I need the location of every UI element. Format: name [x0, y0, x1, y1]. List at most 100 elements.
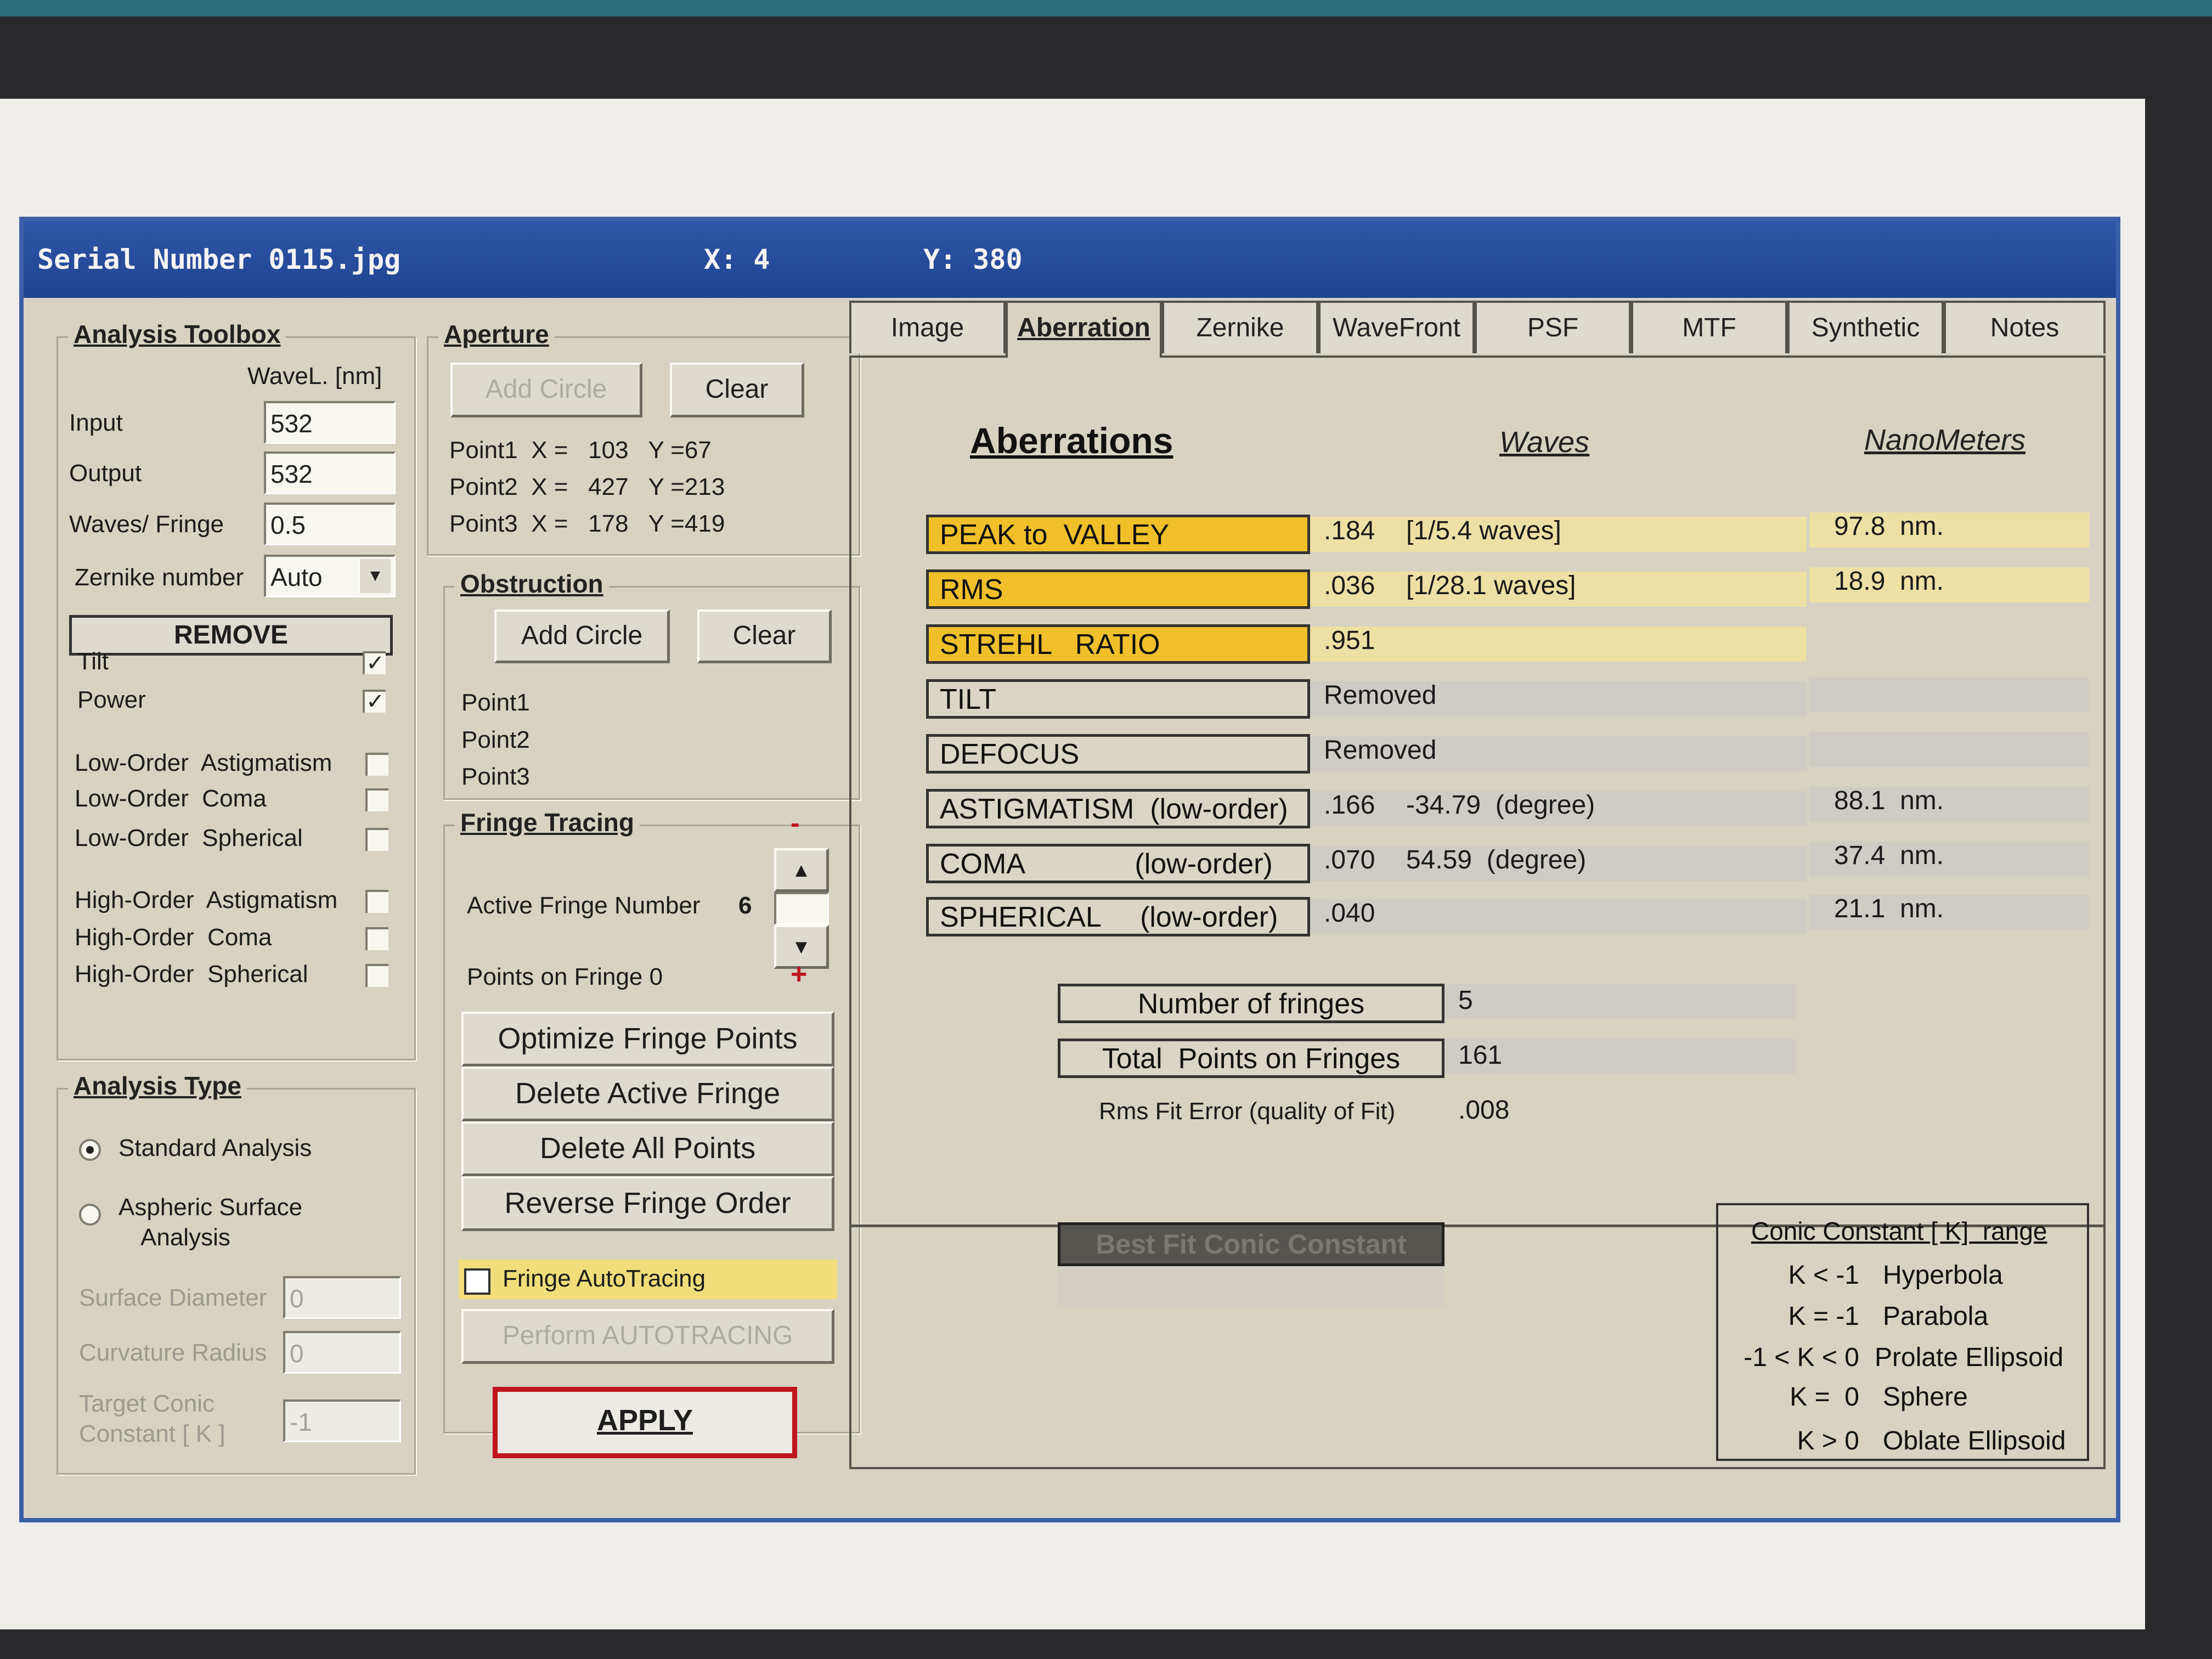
conic-shape-name: Hyperbola [1883, 1261, 2003, 1290]
zernike-number-select[interactable]: Auto ▼ [264, 555, 396, 597]
aspheric-analysis-label-line2: Analysis [140, 1224, 230, 1251]
input-wavelength-field[interactable]: 532 [264, 401, 396, 444]
conic-condition: K = -1 [1788, 1302, 1859, 1331]
wave-value: .040 [1324, 899, 1375, 928]
fringe-spin-track[interactable] [774, 892, 829, 925]
rms-fit-error-value: .008 [1458, 1096, 1510, 1125]
chevron-down-icon[interactable]: ▼ [358, 559, 391, 593]
wave-detail: [1/28.1 waves] [1406, 571, 1576, 600]
aberration-label: DEFOCUS [926, 734, 1310, 774]
obstruction-add-circle-button[interactable]: Add Circle [494, 610, 670, 663]
minus-icon[interactable]: - [791, 807, 800, 839]
tab-strip: Image Aberration Zernike WaveFront PSF M… [849, 301, 2106, 358]
number-of-fringes-value: 5 [1458, 986, 1473, 1015]
tab-wavefront[interactable]: WaveFront [1318, 301, 1475, 353]
term-checkbox[interactable] [365, 828, 388, 851]
curvature-radius-label: Curvature Radius [79, 1339, 267, 1366]
optimize-fringe-points-button[interactable]: Optimize Fringe Points [461, 1012, 834, 1066]
obstruction-point-3: Point3 [461, 763, 530, 790]
value-band [1310, 899, 1807, 934]
term-label: Low-Order Spherical [75, 825, 303, 851]
output-label: Output [69, 460, 142, 487]
term-checkbox[interactable] [365, 964, 388, 987]
wave-value: Removed [1324, 681, 1437, 710]
output-wavelength-field[interactable]: 532 [264, 452, 396, 494]
target-conic-field[interactable]: -1 [283, 1400, 401, 1442]
wave-value: .184 [1324, 516, 1375, 545]
perform-autotracing-button[interactable]: Perform AUTOTRACING [461, 1309, 834, 1364]
zernike-number-label: Zernike number [75, 564, 244, 591]
nanometer-value: 37.4 nm. [1834, 841, 1944, 870]
tab-aberration[interactable]: Aberration [1006, 301, 1162, 358]
delete-all-points-button[interactable]: Delete All Points [461, 1121, 834, 1176]
total-points-value: 161 [1458, 1041, 1503, 1070]
wave-value: .036 [1324, 571, 1375, 600]
curvature-radius-field[interactable]: 0 [283, 1331, 401, 1374]
fringe-autotracing-checkbox[interactable] [464, 1268, 490, 1295]
photo-background [0, 0, 2212, 16]
fringe-up-button[interactable]: ▲ [774, 848, 829, 892]
best-fit-conic-value-band [1058, 1263, 1444, 1307]
tab-notes[interactable]: Notes [1944, 301, 2106, 353]
analysis-type-title: Analysis Type [68, 1071, 247, 1101]
nm-band [1809, 677, 2089, 712]
fringes-band [1439, 984, 1796, 1019]
title-bar[interactable]: Serial Number 0115.jpg X: 4 Y: 380 [24, 221, 2116, 298]
aperture-clear-button[interactable]: Clear [670, 363, 804, 417]
term-checkbox[interactable]: ✓ [363, 651, 386, 674]
rms-fit-error-label: Rms Fit Error (quality of Fit) [1099, 1098, 1396, 1125]
conic-shape-name: Oblate Ellipsoid [1883, 1426, 2066, 1455]
delete-active-fringe-button[interactable]: Delete Active Fringe [461, 1066, 834, 1121]
wave-value: .166 [1324, 791, 1375, 820]
aspheric-analysis-radio[interactable] [79, 1204, 101, 1226]
tab-mtf[interactable]: MTF [1631, 301, 1787, 353]
conic-condition: K > 0 [1797, 1426, 1859, 1455]
apply-button[interactable]: APPLY [493, 1387, 797, 1458]
term-checkbox[interactable]: ✓ [363, 690, 386, 713]
aberrations-title: Aberrations [970, 420, 1173, 461]
nanometers-header: NanoMeters [1864, 424, 2026, 456]
conic-shape-name: Parabola [1883, 1302, 1989, 1331]
nanometer-value: 97.8 nm. [1834, 512, 1944, 541]
aberration-label: TILT [926, 679, 1310, 719]
obstruction-point-2: Point2 [461, 726, 530, 753]
reverse-fringe-order-button[interactable]: Reverse Fringe Order [461, 1176, 834, 1231]
tab-psf[interactable]: PSF [1475, 301, 1631, 353]
obstruction-clear-button[interactable]: Clear [697, 610, 832, 663]
tab-synthetic[interactable]: Synthetic [1787, 301, 1944, 353]
analysis-type-group: Analysis Type Standard Analysis Aspheric… [57, 1071, 416, 1475]
conic-condition: -1 < K < 0 [1743, 1343, 1859, 1372]
term-label: Low-Order Astigmatism [75, 749, 332, 776]
wave-detail: [1/5.4 waves] [1406, 516, 1561, 545]
tab-zernike[interactable]: Zernike [1162, 301, 1318, 353]
term-label: Tilt [77, 648, 109, 675]
surface-diameter-field[interactable]: 0 [283, 1276, 401, 1319]
standard-analysis-radio[interactable] [79, 1139, 101, 1161]
aperture-add-circle-button[interactable]: Add Circle [450, 363, 642, 417]
term-checkbox[interactable] [365, 788, 388, 811]
checkmark-icon: ✓ [366, 651, 385, 675]
active-fringe-value: 6 [738, 892, 752, 919]
tab-image[interactable]: Image [849, 301, 1006, 353]
conic-condition: K < -1 [1788, 1261, 1859, 1290]
term-label: Power [77, 686, 146, 713]
surface-diameter-label: Surface Diameter [79, 1284, 267, 1311]
aspheric-analysis-label: Aspheric Surface [119, 1194, 303, 1221]
fringe-tracing-title: Fringe Tracing [455, 808, 640, 837]
term-checkbox[interactable] [365, 753, 388, 776]
term-label: High-Order Coma [75, 924, 272, 951]
number-of-fringes-label: Number of fringes [1058, 984, 1444, 1023]
term-checkbox[interactable] [365, 927, 388, 950]
waves-per-fringe-field[interactable]: 0.5 [264, 503, 396, 545]
active-fringe-label: Active Fringe Number [467, 892, 701, 919]
term-label: Low-Order Coma [75, 785, 267, 812]
remove-button[interactable]: REMOVE [69, 615, 393, 656]
term-label: High-Order Astigmatism [75, 887, 338, 913]
target-conic-label: Target Conic [79, 1390, 215, 1417]
total-points-label: Total Points on Fringes [1058, 1039, 1444, 1078]
plus-icon[interactable]: + [791, 958, 807, 991]
term-checkbox[interactable] [365, 890, 388, 913]
aperture-point-1: Point1 X = 103 Y =67 [449, 437, 712, 464]
aperture-group: Aperture Add Circle Clear Point1 X = 103… [427, 319, 860, 556]
best-fit-conic-button[interactable]: Best Fit Conic Constant [1058, 1222, 1444, 1266]
